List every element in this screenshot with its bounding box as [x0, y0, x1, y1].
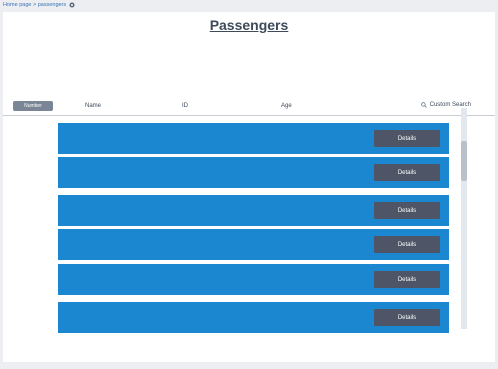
- search-icon: [420, 102, 427, 108]
- column-header-id[interactable]: ID: [182, 103, 188, 109]
- table-row: Details: [58, 157, 449, 188]
- details-button[interactable]: Details: [374, 202, 440, 219]
- details-button[interactable]: Details: [374, 271, 440, 288]
- number-sort-button[interactable]: Number: [13, 101, 53, 111]
- details-button[interactable]: Details: [374, 164, 440, 181]
- breadcrumb: Home page > passengers: [3, 2, 75, 8]
- gear-icon[interactable]: [69, 2, 75, 8]
- table-row: Details: [58, 264, 449, 295]
- column-header-name[interactable]: Name: [85, 103, 101, 109]
- scrollbar-thumb[interactable]: [461, 141, 467, 181]
- table-header: Number Name ID Age Custom Search: [3, 98, 495, 116]
- details-button[interactable]: Details: [374, 130, 440, 147]
- table-row: Details: [58, 229, 449, 260]
- details-button[interactable]: Details: [374, 309, 440, 326]
- table-row: Details: [58, 123, 449, 154]
- column-header-age[interactable]: Age: [281, 103, 292, 109]
- page-title: Passengers: [209, 17, 289, 33]
- details-button[interactable]: Details: [374, 236, 440, 253]
- breadcrumb-text[interactable]: Home page > passengers: [3, 2, 66, 8]
- scrollbar-track[interactable]: [461, 108, 467, 329]
- table-row: Details: [58, 302, 449, 333]
- table-row: Details: [58, 195, 449, 226]
